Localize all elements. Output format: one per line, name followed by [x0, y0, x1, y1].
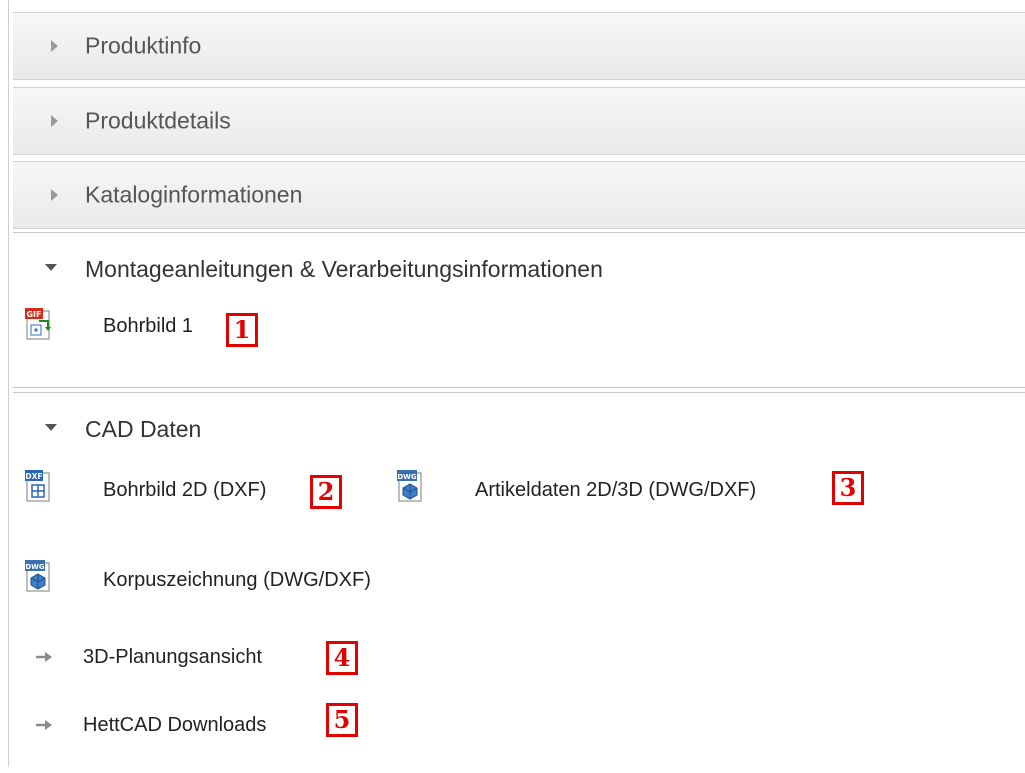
section-title: Montageanleitungen & Verarbeitungsinform… [85, 256, 603, 282]
accordion-header-produktdetails[interactable]: Produktdetails [13, 87, 1025, 155]
link-hettcad-downloads[interactable]: HettCAD Downloads [25, 707, 325, 743]
chevron-right-icon [51, 189, 58, 201]
accordion-section-cad: CAD Daten DXF Bohrbild 2D (DXF) 2 DWG Ar… [13, 392, 1025, 773]
chevron-down-icon [45, 264, 57, 271]
accordion-header-label: Produktdetails [85, 107, 231, 134]
svg-text:DXF: DXF [25, 472, 42, 481]
section-title: CAD Daten [85, 416, 202, 442]
dwg-file-icon: DWG [25, 560, 50, 592]
svg-text:DWG: DWG [397, 473, 417, 481]
accordion-header-produktinfo[interactable]: Produktinfo [13, 12, 1025, 80]
annotation-badge: 5 [326, 703, 358, 737]
annotation-badge: 4 [326, 641, 358, 675]
svg-text:GIF: GIF [26, 310, 41, 319]
dxf-file-icon: DXF [25, 470, 50, 502]
svg-text:DWG: DWG [25, 563, 45, 571]
dwg-file-icon: DWG [397, 470, 422, 502]
gif-file-icon: GIF [25, 308, 51, 340]
file-link-bohrbild-2d-dxf[interactable]: DXF Bohrbild 2D (DXF) [25, 467, 325, 511]
file-link-artikeldaten[interactable]: DWG Artikeldaten 2D/3D (DWG/DXF) [397, 467, 837, 511]
accordion-header-cad[interactable]: CAD Daten [13, 409, 1025, 449]
link-label: HettCAD Downloads [83, 714, 267, 736]
annotation-badge: 1 [226, 313, 258, 347]
link-3d-planungsansicht[interactable]: 3D-Planungsansicht [25, 639, 325, 675]
file-link-korpuszeichnung[interactable]: DWG Korpuszeichnung (DWG/DXF) [25, 557, 445, 601]
accordion-header-label: Kataloginformationen [85, 181, 303, 208]
accordion-section-montage: Montageanleitungen & Verarbeitungsinform… [13, 232, 1025, 388]
arrow-right-icon [36, 720, 52, 730]
accordion-header-kataloginformationen[interactable]: Kataloginformationen [13, 161, 1025, 229]
file-link-label: Korpuszeichnung (DWG/DXF) [103, 569, 371, 591]
product-accordion-panel: Produktinfo Produktdetails Kataloginform… [8, 0, 1025, 773]
annotation-badge: 3 [832, 471, 864, 505]
annotation-badge: 2 [310, 475, 342, 509]
link-label: 3D-Planungsansicht [83, 646, 262, 668]
accordion-header-label: Produktinfo [85, 32, 202, 59]
file-link-label: Bohrbild 1 [103, 315, 194, 337]
file-link-label: Bohrbild 2D (DXF) [103, 479, 267, 501]
accordion-header-montage[interactable]: Montageanleitungen & Verarbeitungsinform… [13, 249, 1025, 289]
chevron-right-icon [51, 40, 58, 52]
file-link-label: Artikeldaten 2D/3D (DWG/DXF) [475, 479, 757, 501]
arrow-right-icon [36, 652, 52, 662]
chevron-down-icon [45, 424, 57, 431]
chevron-right-icon [51, 115, 58, 127]
